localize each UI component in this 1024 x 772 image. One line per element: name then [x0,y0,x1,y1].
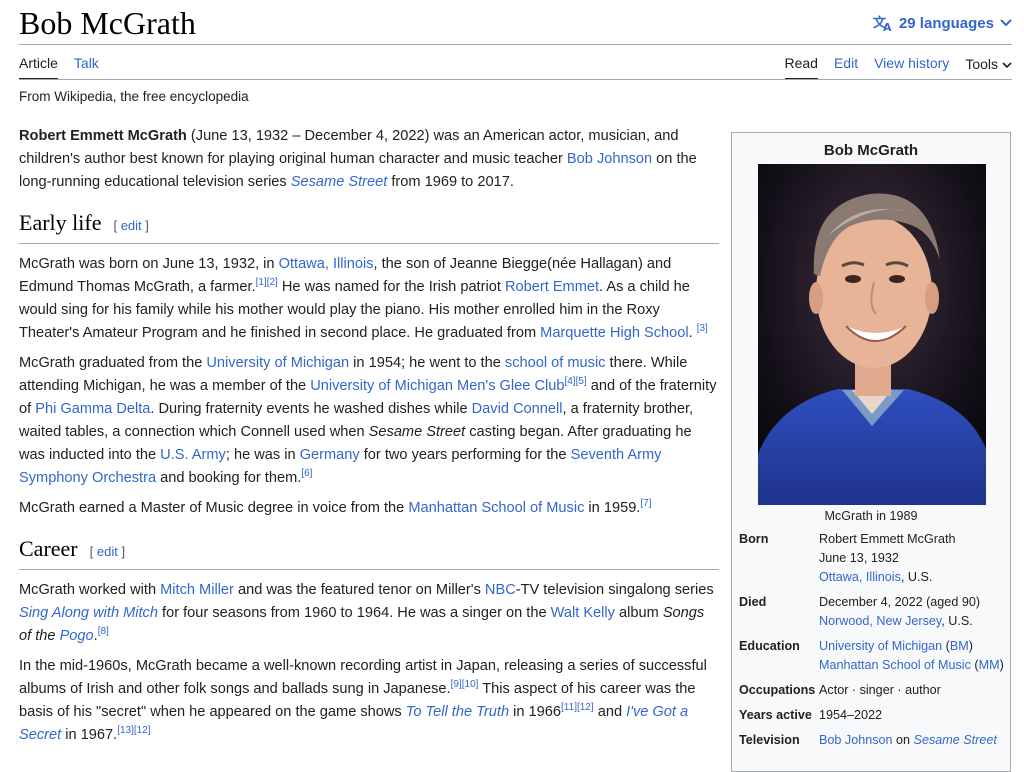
infobox-row-television: Television Bob Johnson on Sesame Street [739,731,1006,750]
link-ottawa-illinois[interactable]: Ottawa, Illinois [279,256,374,272]
early-life-paragraph-2: McGrath graduated from the University of… [19,355,717,486]
view-tabs: Read Edit View history Tools [784,54,1013,80]
ref-5[interactable]: [5] [576,376,587,387]
value-television: Bob Johnson on Sesame Street [819,733,997,747]
link-marquette-high-school[interactable]: Marquette High School [540,325,688,341]
link-edu-manhattan[interactable]: Manhattan School of Music [819,658,971,672]
label-years-active: Years active [739,708,812,722]
tools-label: Tools [965,56,998,72]
section-edit: [ edit ] [89,544,126,559]
infobox-row-education: Education University of Michigan (BM) Ma… [739,637,1006,675]
link-robert-emmet[interactable]: Robert Emmet [505,279,599,295]
link-to-tell-the-truth[interactable]: To Tell the Truth [406,704,509,720]
link-mitch-miller[interactable]: Mitch Miller [160,582,234,598]
label-television: Television [739,733,800,747]
ref-4[interactable]: [4] [564,376,575,387]
ref-3[interactable]: [3] [697,323,708,334]
ref-8[interactable]: [8] [98,626,109,637]
early-life-paragraph-3: McGrath earned a Master of Music degree … [19,498,652,516]
ref-12[interactable]: [12] [577,702,594,713]
tab-view-history[interactable]: View history [874,54,949,80]
ref-7[interactable]: [7] [640,498,651,509]
infobox-row-years-active: Years active 1954–2022 [739,706,1006,725]
link-edu-michigan[interactable]: University of Michigan [819,639,942,653]
translate-icon: 文 A [873,14,893,32]
edit-career-link[interactable]: edit [97,544,118,559]
tabs-divider [19,79,1012,80]
tab-read[interactable]: Read [784,54,818,80]
early-life-paragraph-1: McGrath was born on June 13, 1932, in Ot… [19,256,708,341]
ref-13[interactable]: [13] [117,725,134,736]
link-us-army[interactable]: U.S. Army [160,447,226,463]
link-sesame-street[interactable]: Sesame Street [291,174,388,190]
namespace-tabs: Article Talk [19,54,99,80]
career-paragraph-2: In the mid-1960s, McGrath became a well-… [19,658,707,743]
label-education: Education [739,639,800,653]
link-edu-mm[interactable]: MM [979,658,1000,672]
subject-name: Robert Emmett McGrath [19,128,187,144]
ref-11[interactable]: [11] [561,702,577,713]
infobox-row-died: Died December 4, 2022 (aged 90) Norwood,… [739,593,1006,631]
ref-9[interactable]: [9] [451,679,462,690]
link-nbc[interactable]: NBC [485,582,516,598]
value-died: December 4, 2022 (aged 90) Norwood, New … [819,595,981,628]
link-bob-johnson[interactable]: Bob Johnson [567,151,652,167]
link-mens-glee-club[interactable]: University of Michigan Men's Glee Club [310,378,564,394]
link-sing-along-with-mitch[interactable]: Sing Along with Mitch [19,605,158,621]
photo-caption: McGrath in 1989 [824,509,918,523]
infobox-row-occupations: Occupations Actor · singer · author [739,681,1006,700]
heading-career: Career[ edit ] [19,534,719,570]
chevron-down-icon [1000,19,1012,27]
link-born-place[interactable]: Ottawa, Illinois [819,570,901,584]
link-phi-gamma-delta[interactable]: Phi Gamma Delta [35,401,150,417]
link-walt-kelly[interactable]: Walt Kelly [551,605,615,621]
career-paragraph-1: McGrath worked with Mitch Miller and was… [19,582,714,644]
label-died: Died [739,595,767,609]
tools-menu[interactable]: Tools [965,54,1012,80]
edit-early-life-link[interactable]: edit [121,218,142,233]
infobox-title: Bob McGrath [823,142,919,159]
value-years-active: 1954–2022 [819,708,883,722]
intro-paragraph: Robert Emmett McGrath (June 13, 1932 – D… [19,128,697,190]
ref-6[interactable]: [6] [301,468,312,479]
language-selector[interactable]: 文 A 29 languages [873,14,1012,32]
link-germany[interactable]: Germany [300,447,360,463]
link-died-place[interactable]: Norwood, New Jersey [819,614,941,628]
value-occupations: Actor · singer · author [819,683,941,697]
tab-article[interactable]: Article [19,54,58,80]
tab-edit[interactable]: Edit [834,54,858,80]
link-university-of-michigan[interactable]: University of Michigan [206,355,349,371]
ref-2[interactable]: [2] [267,277,278,288]
link-manhattan-school-of-music[interactable]: Manhattan School of Music [408,500,584,516]
link-pogo[interactable]: Pogo [60,628,94,644]
article-body: Robert Emmett McGrath (June 13, 1932 – D… [19,125,719,754]
svg-text:A: A [883,21,892,32]
page-title: Bob McGrath [19,5,196,41]
infobox: Bob McGrath McGrath in 1989 Born Robert … [731,132,1011,772]
tab-talk[interactable]: Talk [74,54,99,80]
link-tv-sesame-street[interactable]: Sesame Street [914,733,997,747]
value-education: University of Michigan (BM) Manhattan Sc… [819,639,1004,672]
ref-1[interactable]: [1] [256,277,267,288]
ref-12-repeat[interactable]: [12] [134,725,151,736]
chevron-down-icon [1002,55,1012,73]
label-occupations: Occupations [739,683,816,697]
link-david-connell[interactable]: David Connell [472,401,563,417]
infobox-fields: Born Robert Emmett McGrath June 13, 1932… [739,530,1006,756]
section-edit: [ edit ] [113,218,149,233]
language-count: 29 languages [898,14,994,32]
link-tv-bob-johnson[interactable]: Bob Johnson [819,733,893,747]
heading-early-life: Early life[ edit ] [19,208,719,244]
tagline: From Wikipedia, the free encyclopedia [19,89,249,104]
infobox-row-born: Born Robert Emmett McGrath June 13, 1932… [739,530,1006,587]
ref-10[interactable]: [10] [462,679,479,690]
link-school-of-music[interactable]: school of music [505,355,606,371]
title-divider [19,44,1012,45]
link-edu-bm[interactable]: BM [950,639,969,653]
portrait-photo[interactable] [758,164,986,505]
value-born: Robert Emmett McGrath June 13, 1932 Otta… [819,532,956,584]
label-born: Born [739,532,769,546]
